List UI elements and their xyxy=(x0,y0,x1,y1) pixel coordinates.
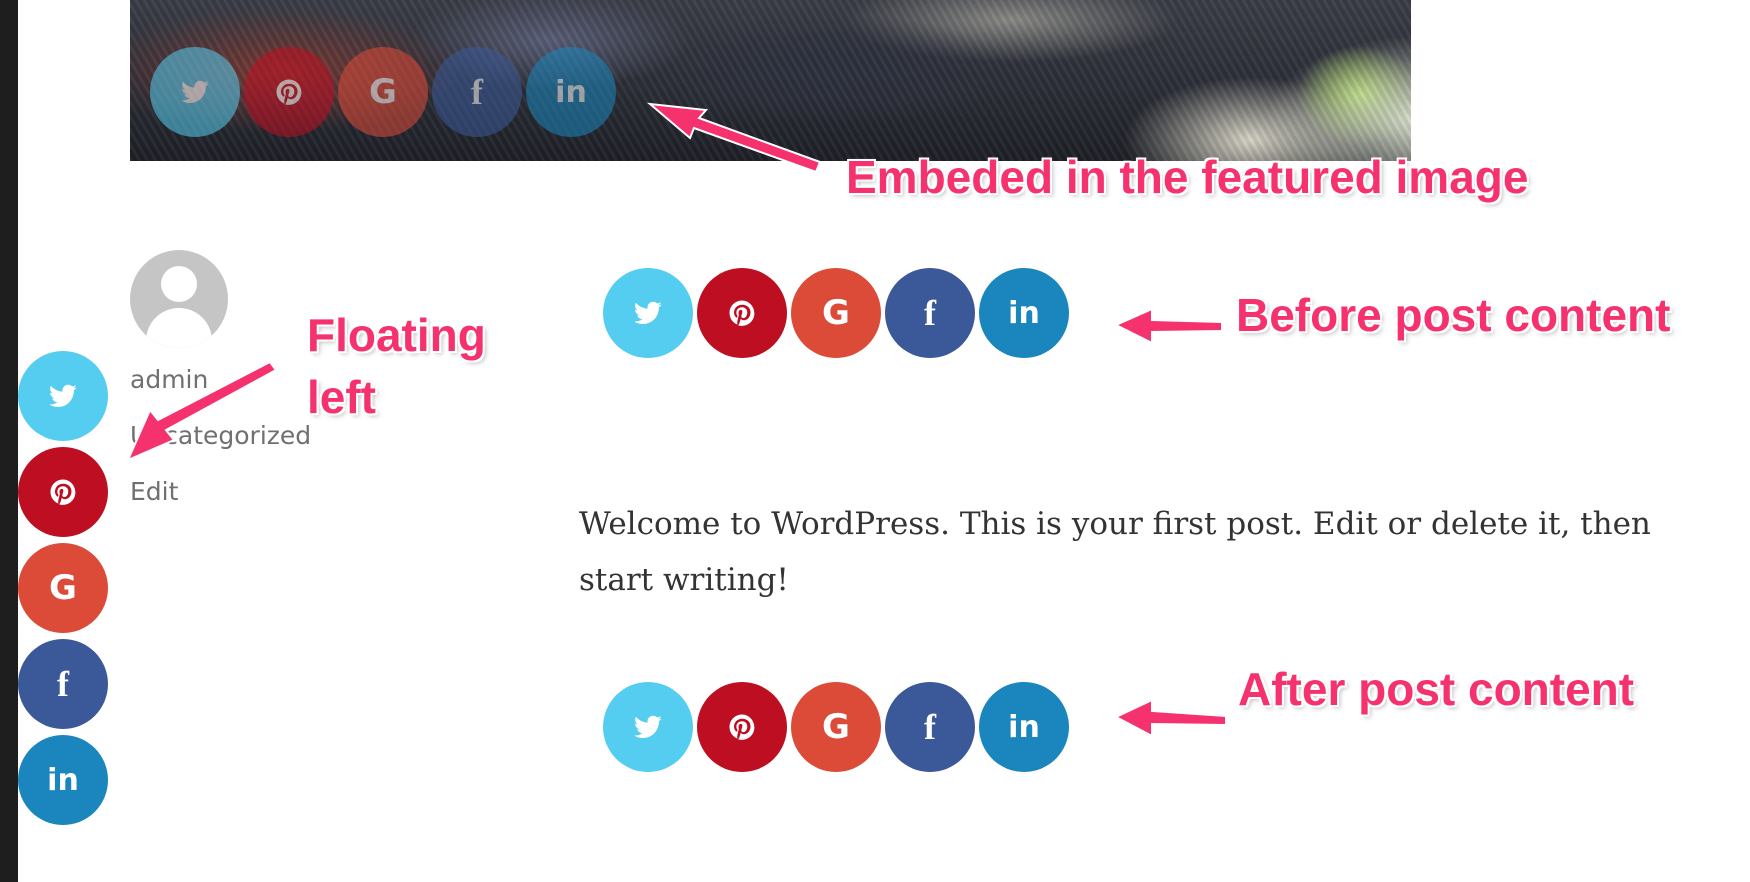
floating-pinterest-share-button[interactable] xyxy=(18,447,108,537)
facebook-f-icon: f xyxy=(57,664,69,704)
annotation-featured-image: Embeded in the featured image xyxy=(846,151,1529,203)
left-dark-edge xyxy=(0,0,18,882)
linkedin-in-icon: in xyxy=(1008,295,1040,331)
twitter-bird-icon xyxy=(180,77,210,107)
google-g-icon: G xyxy=(49,568,77,608)
before-twitter-share-button[interactable] xyxy=(603,268,693,358)
linkedin-in-icon: in xyxy=(555,74,587,110)
before-pinterest-share-button[interactable] xyxy=(697,268,787,358)
google-g-icon: G xyxy=(822,293,850,333)
author-avatar[interactable] xyxy=(130,250,228,348)
featured-pinterest-share-button[interactable] xyxy=(244,47,334,137)
pinterest-icon xyxy=(274,77,304,107)
before-facebook-share-button[interactable]: f xyxy=(885,268,975,358)
floating-linkedin-share-button[interactable]: in xyxy=(18,735,108,825)
floating-left-share-bar: Gf in xyxy=(18,351,108,825)
annotation-before-content: Before post content xyxy=(1236,289,1671,341)
post-content: Welcome to WordPress. This is your first… xyxy=(579,506,1651,598)
google-g-icon: G xyxy=(369,72,397,112)
google-g-icon: G xyxy=(822,707,850,747)
after-pinterest-share-button[interactable] xyxy=(697,682,787,772)
floating-google-share-button[interactable]: G xyxy=(18,543,108,633)
arrow-after-icon xyxy=(1113,698,1227,738)
before-google-share-button[interactable]: G xyxy=(791,268,881,358)
before-linkedin-share-button[interactable]: in xyxy=(979,268,1069,358)
post-edit-link[interactable]: Edit xyxy=(130,477,178,506)
arrow-before-icon xyxy=(1113,307,1223,345)
annotation-floating-left: Floating left xyxy=(307,309,486,423)
pinterest-icon xyxy=(727,712,757,742)
post-category-link[interactable]: Uncategorized xyxy=(130,421,311,450)
twitter-bird-icon xyxy=(633,298,663,328)
pinterest-icon xyxy=(727,298,757,328)
twitter-bird-icon xyxy=(48,381,78,411)
after-content-share-bar: Gf in xyxy=(603,682,1069,772)
facebook-f-icon: f xyxy=(471,72,483,112)
featured-facebook-share-button[interactable]: f xyxy=(432,47,522,137)
twitter-bird-icon xyxy=(633,712,663,742)
after-google-share-button[interactable]: G xyxy=(791,682,881,772)
pinterest-icon xyxy=(48,477,78,507)
featured-twitter-share-button[interactable] xyxy=(150,47,240,137)
after-twitter-share-button[interactable] xyxy=(603,682,693,772)
after-facebook-share-button[interactable]: f xyxy=(885,682,975,772)
floating-twitter-share-button[interactable] xyxy=(18,351,108,441)
featured-google-share-button[interactable]: G xyxy=(338,47,428,137)
featured-linkedin-share-button[interactable]: in xyxy=(526,47,616,137)
before-content-share-bar: Gf in xyxy=(603,268,1069,358)
linkedin-in-icon: in xyxy=(47,762,79,798)
facebook-f-icon: f xyxy=(924,707,936,747)
post-author-link[interactable]: admin xyxy=(130,365,208,394)
floating-facebook-share-button[interactable]: f xyxy=(18,639,108,729)
featured-image-share-bar: Gf in xyxy=(150,47,616,137)
after-linkedin-share-button[interactable]: in xyxy=(979,682,1069,772)
linkedin-in-icon: in xyxy=(1008,709,1040,745)
facebook-f-icon: f xyxy=(924,293,936,333)
featured-image: Gf in xyxy=(130,0,1411,161)
annotation-after-content: After post content xyxy=(1238,663,1635,715)
